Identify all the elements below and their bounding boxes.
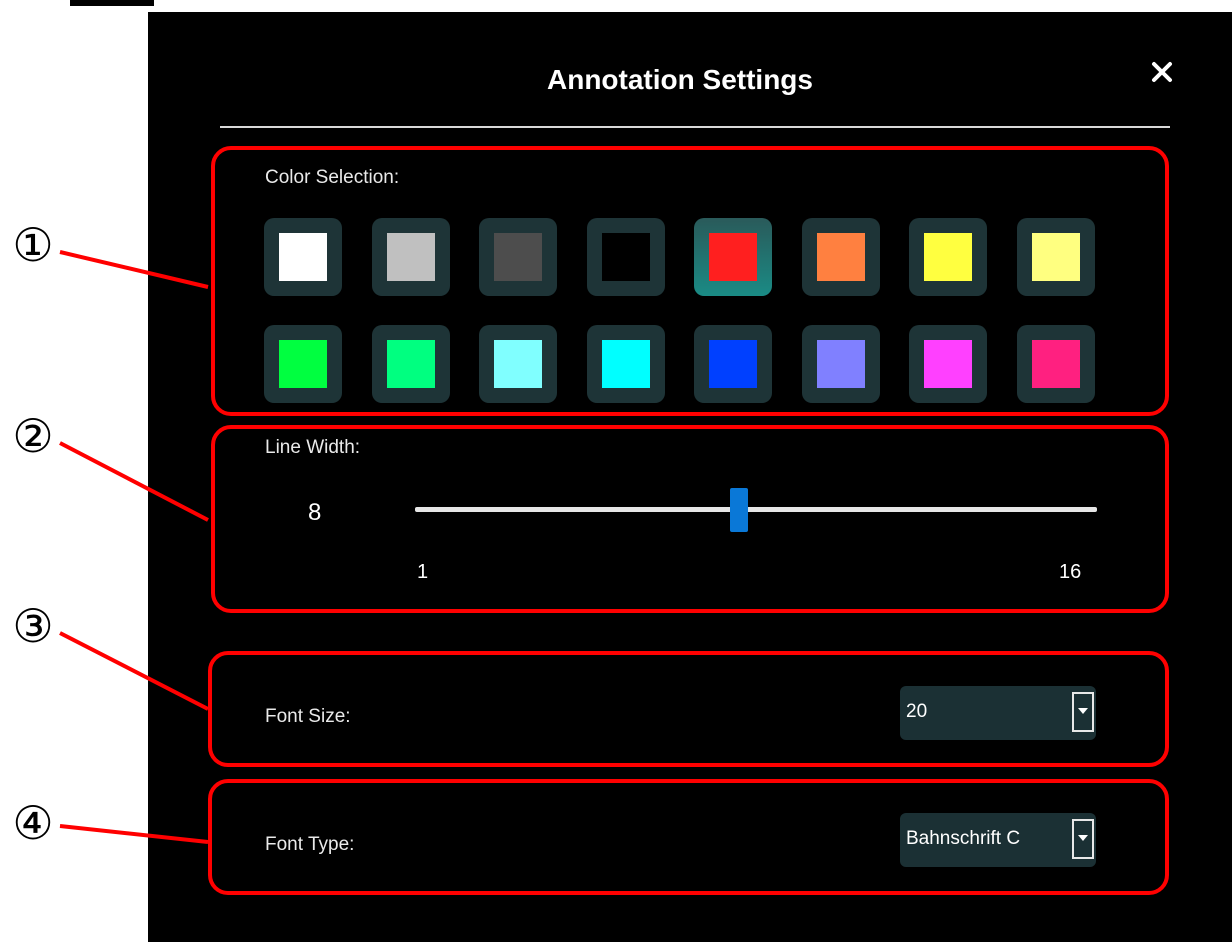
close-icon[interactable] [1148, 58, 1176, 86]
dialog-title: Annotation Settings [547, 64, 813, 95]
callout-number-4: ④ [12, 796, 54, 850]
callout-box-font-size [208, 651, 1169, 767]
callout-number-3: ③ [12, 599, 54, 653]
title-divider [220, 126, 1170, 128]
callout-box-line-width [211, 425, 1169, 613]
callout-box-font-type [208, 779, 1169, 895]
callout-number-2: ② [12, 409, 54, 463]
callout-box-color-selection [211, 146, 1169, 416]
screenshot-stage: Annotation Settings Color Selection: Lin… [0, 0, 1232, 942]
close-button[interactable] [1148, 58, 1176, 86]
callout-number-1: ① [12, 218, 54, 272]
top-edge-tab [70, 0, 154, 6]
